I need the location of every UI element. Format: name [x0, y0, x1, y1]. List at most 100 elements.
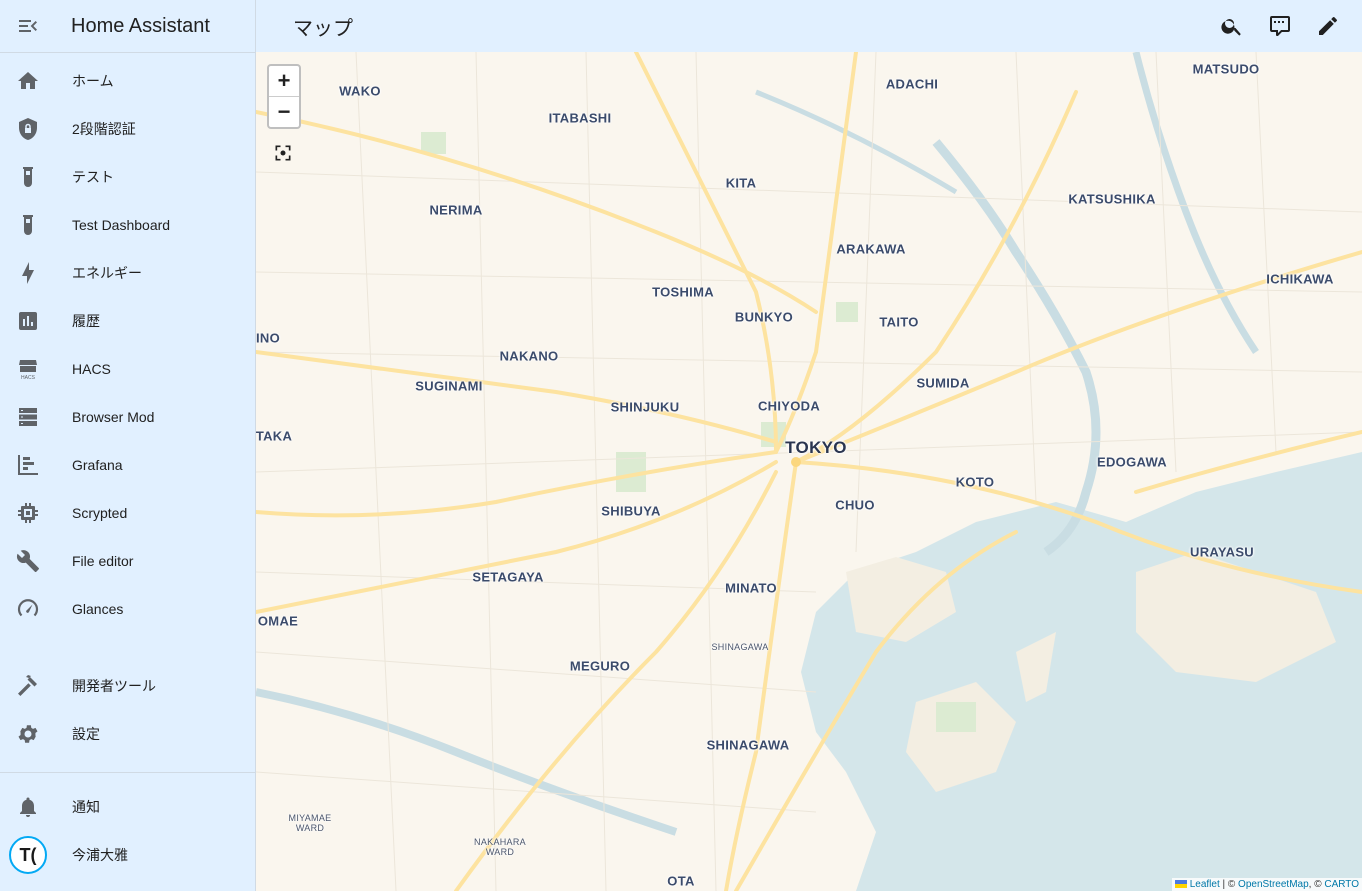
sidebar-item-label: Glances	[72, 601, 124, 617]
sidebar-item-history[interactable]: 履歴	[0, 301, 255, 341]
map-label: ARAKAWA	[836, 241, 906, 257]
map-label: CHIYODA	[757, 398, 821, 414]
image-filter-center-focus-icon	[275, 145, 291, 161]
sidebar-item-energy[interactable]: エネルギー	[0, 253, 255, 293]
hacs-icon: HACS	[16, 357, 40, 381]
map-label: KITA	[725, 175, 757, 191]
zoom-in-button[interactable]: +	[269, 66, 299, 97]
cog-icon	[16, 722, 40, 746]
map-label: TAITO	[879, 314, 919, 330]
attribution-separator: , ©	[1308, 879, 1325, 890]
openstreetmap-link[interactable]: OpenStreetMap	[1238, 879, 1309, 890]
server-icon	[16, 405, 40, 429]
map-tiles	[256, 52, 1362, 891]
menu-toggle-button[interactable]	[0, 0, 56, 52]
map-label: MATSUDO	[1192, 61, 1260, 77]
map-label: ICHIKAWA	[1266, 271, 1334, 287]
map-label: ITABASHI	[548, 110, 612, 126]
page-title: マップ	[293, 17, 353, 40]
sidebar-item-label: Grafana	[72, 457, 123, 473]
map-view[interactable]: WAKO ADACHI MATSUDO ITABASHI KITA NERIMA…	[256, 52, 1362, 891]
sidebar-item-label: 開発者ツール	[72, 678, 156, 694]
sidebar-item-notifications[interactable]: 通知	[0, 787, 255, 827]
sidebar-item-2fa[interactable]: 2段階認証	[0, 109, 255, 149]
hammer-icon	[16, 674, 40, 698]
map-label: TAKA	[256, 428, 293, 444]
sidebar-item-label: File editor	[72, 553, 134, 569]
map-label: WARD	[485, 847, 515, 857]
sidebar-item-developer-tools[interactable]: 開発者ツール	[0, 666, 255, 706]
sidebar-item-profile[interactable]: T( 今浦大雅	[0, 835, 255, 875]
map-label: SUGINAMI	[415, 378, 483, 394]
map-label: KATSUSHIKA	[1068, 191, 1156, 207]
map-label: NAKAHARA	[474, 837, 526, 847]
top-app-bar: マップ	[256, 0, 1362, 52]
map-label: CHUO	[835, 497, 875, 513]
map-label: SUMIDA	[916, 375, 970, 391]
edit-button[interactable]	[1304, 2, 1352, 50]
map-label: SHINAGAWA	[706, 737, 790, 753]
lightning-bolt-icon	[16, 261, 40, 285]
map-label: OTA	[667, 873, 695, 889]
sidebar-item-settings[interactable]: 設定	[0, 714, 255, 754]
map-label: EDOGAWA	[1097, 454, 1167, 470]
sidebar-item-glances[interactable]: Glances	[0, 589, 255, 629]
bell-icon	[16, 795, 40, 819]
app-title: Home Assistant	[71, 14, 210, 37]
sidebar-item-test-dashboard[interactable]: Test Dashboard	[0, 205, 255, 245]
chip-icon	[16, 501, 40, 525]
zoom-control: + −	[267, 64, 301, 129]
sidebar-item-test[interactable]: テスト	[0, 157, 255, 197]
carto-link[interactable]: CARTO	[1324, 879, 1359, 890]
map-attribution: Leaflet | © OpenStreetMap, © CARTO	[1171, 878, 1362, 891]
sidebar-item-grafana[interactable]: Grafana	[0, 445, 255, 485]
chart-box-icon	[16, 309, 40, 333]
map-label: KOTO	[955, 474, 995, 490]
search-icon	[1221, 19, 1241, 36]
fit-map-button[interactable]	[271, 141, 295, 165]
sidebar-item-label: HACS	[72, 361, 111, 377]
sidebar-item-scrypted[interactable]: Scrypted	[0, 493, 255, 533]
map-label-tokyo: TOKYO	[785, 438, 847, 457]
map-label: WAKO	[339, 83, 381, 99]
test-tube-icon	[16, 213, 40, 237]
pencil-icon	[1319, 17, 1337, 35]
map-label: URAYASU	[1190, 544, 1254, 560]
sidebar-item-label: テスト	[72, 169, 114, 185]
map-label: SETAGAYA	[472, 569, 544, 585]
sidebar-item-hacs[interactable]: HACS HACS	[0, 349, 255, 389]
user-name: 今浦大雅	[72, 847, 128, 863]
home-icon	[16, 69, 40, 93]
map-label: SHINAGAWA	[711, 642, 769, 652]
sidebar-item-label: Browser Mod	[72, 409, 155, 425]
sidebar: Home Assistant ホーム 2段階認証 テスト Test Dashbo…	[0, 0, 256, 891]
svg-text:HACS: HACS	[21, 375, 36, 381]
sidebar-item-label: Scrypted	[72, 505, 128, 521]
sidebar-item-label: Test Dashboard	[72, 217, 171, 233]
map-label: NERIMA	[429, 202, 483, 218]
shield-lock-icon	[16, 117, 40, 141]
sidebar-header: Home Assistant	[0, 0, 255, 53]
search-button[interactable]	[1208, 2, 1256, 50]
toolbar-actions	[1208, 0, 1352, 52]
sidebar-item-label: 履歴	[72, 313, 100, 329]
sidebar-item-browser-mod[interactable]: Browser Mod	[0, 397, 255, 437]
map-label: MIYAMAE	[288, 813, 332, 823]
ukraine-flag-icon	[1174, 880, 1187, 889]
sidebar-item-file-editor[interactable]: File editor	[0, 541, 255, 581]
map-label: NAKANO	[499, 348, 559, 364]
assist-button[interactable]	[1256, 2, 1304, 50]
sidebar-item-home[interactable]: ホーム	[0, 61, 255, 101]
map-label: ADACHI	[885, 76, 939, 92]
map-label: MINATO	[725, 580, 777, 596]
gauge-icon	[16, 597, 40, 621]
map-label: INO	[256, 330, 281, 346]
attribution-separator: | ©	[1219, 879, 1239, 890]
map-label: SHIBUYA	[601, 503, 661, 519]
map-label: MEGURO	[569, 658, 631, 674]
sidebar-item-label: 2段階認証	[72, 121, 136, 137]
leaflet-link[interactable]: Leaflet	[1190, 879, 1220, 890]
test-tube-icon	[16, 165, 40, 189]
map-label: OMAE	[257, 613, 299, 629]
zoom-out-button[interactable]: −	[269, 97, 299, 127]
